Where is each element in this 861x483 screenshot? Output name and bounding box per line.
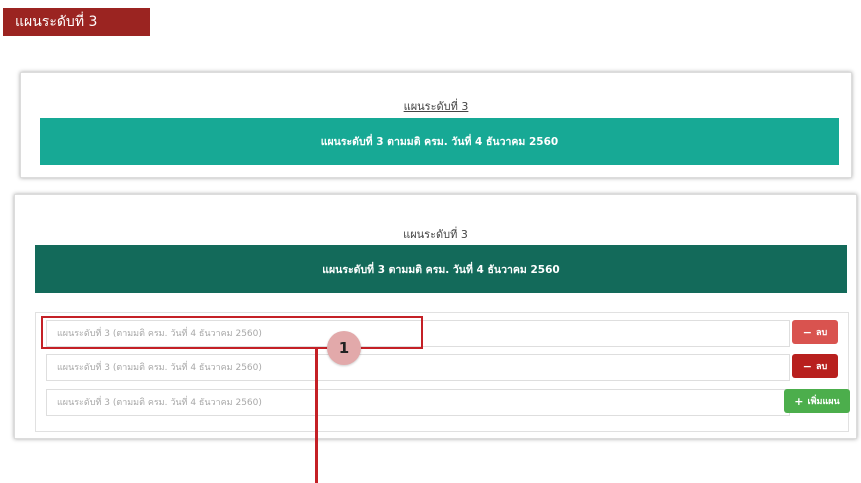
add-button-label: เพิ่มแผน (807, 397, 840, 407)
panel-title: แผนระดับที่ 3 (403, 100, 469, 113)
annotation-pointer-line (315, 349, 318, 483)
minus-icon: − (802, 325, 812, 339)
minus-icon: − (802, 359, 812, 373)
plan-level-panel-collapsed: แผนระดับที่ 3 แผนระดับที่ 3 ตามมติ ครม. … (20, 72, 852, 178)
plan-level-banner-active[interactable]: แผนระดับที่ 3 ตามมติ ครม. วันที่ 4 ธันวา… (35, 245, 847, 293)
plan-entry-input[interactable] (46, 389, 790, 416)
delete-plan-button[interactable]: − ลบ (792, 354, 838, 378)
plan-entry-row: + เพิ่มแผน (46, 389, 850, 416)
plan-entry-row: − ลบ (46, 354, 840, 381)
annotation-number-badge: 1 (327, 331, 361, 365)
delete-button-label: ลบ (815, 328, 828, 338)
section-title-tag: แผนระดับที่ 3 (3, 8, 150, 36)
plus-icon: + (794, 394, 804, 408)
plan-level-banner[interactable]: แผนระดับที่ 3 ตามมติ ครม. วันที่ 4 ธันวา… (40, 118, 839, 165)
annotation-highlight-box (41, 316, 423, 349)
plan-entry-input[interactable] (46, 354, 790, 381)
add-plan-button[interactable]: + เพิ่มแผน (784, 389, 850, 413)
panel-title: แผนระดับที่ 3 (403, 228, 468, 241)
delete-plan-button[interactable]: − ลบ (792, 320, 838, 344)
delete-button-label: ลบ (815, 362, 828, 372)
